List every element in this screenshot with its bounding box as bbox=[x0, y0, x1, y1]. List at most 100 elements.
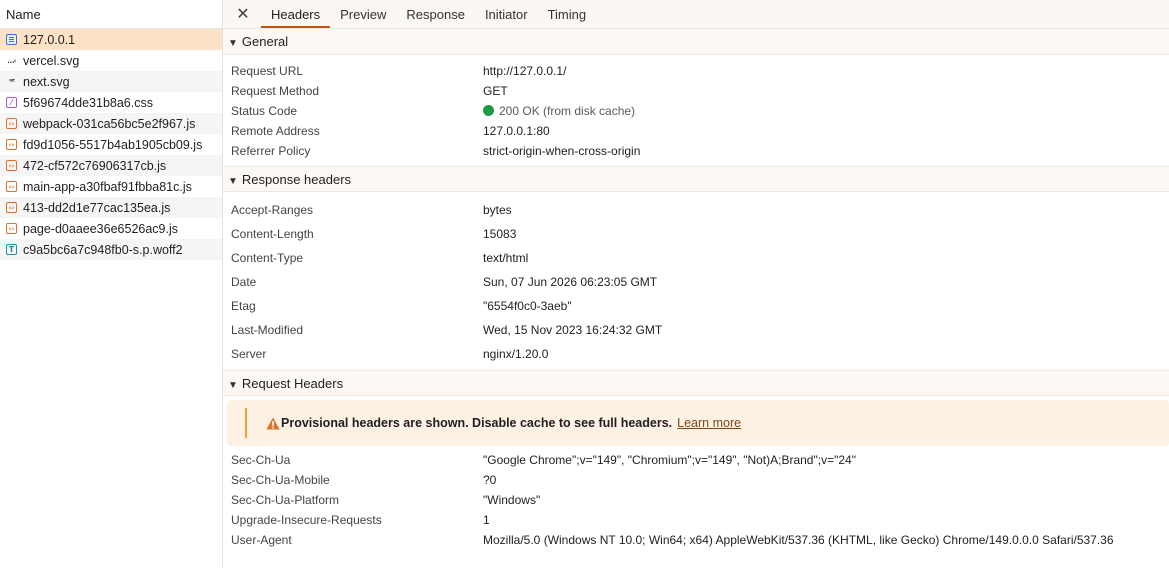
svg-image-icon: ᴺᴱ bbox=[9, 77, 15, 86]
header-key: Referrer Policy bbox=[231, 144, 311, 158]
request-name: 413-dd2d1e77cac135ea.js bbox=[23, 200, 171, 215]
header-value[interactable]: 1 bbox=[483, 513, 490, 527]
header-key: Remote Address bbox=[231, 124, 320, 138]
expand-triangle-icon: ▼ bbox=[228, 380, 238, 391]
section-title: General bbox=[241, 34, 289, 49]
header-row: Etag "6554f0c0-3aeb" bbox=[223, 294, 1169, 318]
request-list-panel: Name 127.0.0.1 …‹ vercel.svg ᴺᴱ next.svg… bbox=[0, 0, 223, 568]
svg-image-icon: …‹ bbox=[7, 56, 17, 65]
header-row: Accept-Ranges bytes bbox=[223, 198, 1169, 222]
tab-timing[interactable]: Timing bbox=[538, 0, 597, 28]
header-row: Referrer Policy strict-origin-when-cross… bbox=[223, 141, 1169, 161]
document-icon bbox=[6, 34, 17, 45]
request-row[interactable]: T c9a5bc6a7c948fb0-s.p.woff2 bbox=[0, 239, 222, 260]
header-row: Upgrade-Insecure-Requests 1 bbox=[223, 510, 1169, 530]
header-key: Request Method bbox=[231, 84, 320, 98]
request-name: webpack-031ca56bc5e2f967.js bbox=[23, 116, 196, 131]
request-row[interactable]: ‹› webpack-031ca56bc5e2f967.js bbox=[0, 113, 222, 134]
tab-initiator[interactable]: Initiator bbox=[475, 0, 538, 28]
request-name: 127.0.0.1 bbox=[23, 32, 76, 47]
general-section: Request URL http://127.0.0.1/ Request Me… bbox=[223, 55, 1169, 166]
section-title: Request Headers bbox=[241, 376, 344, 391]
close-icon[interactable]: ✕ bbox=[235, 0, 251, 28]
section-title: Response headers bbox=[241, 172, 352, 187]
font-icon: T bbox=[6, 244, 17, 255]
general-section-header[interactable]: ▼ General bbox=[223, 29, 1169, 55]
request-row[interactable]: ‹› 472-cf572c76906317cb.js bbox=[0, 155, 222, 176]
header-row: Date Sun, 07 Jun 2026 06:23:05 GMT bbox=[223, 270, 1169, 294]
header-row: Content-Type text/html bbox=[223, 246, 1169, 270]
header-value[interactable]: ?0 bbox=[483, 473, 496, 487]
header-key: Etag bbox=[231, 299, 256, 313]
header-row: Last-Modified Wed, 15 Nov 2023 16:24:32 … bbox=[223, 318, 1169, 342]
header-value[interactable]: Wed, 15 Nov 2023 16:24:32 GMT bbox=[483, 323, 662, 337]
provisional-headers-warning: Provisional headers are shown. Disable c… bbox=[227, 400, 1169, 446]
request-name: c9a5bc6a7c948fb0-s.p.woff2 bbox=[23, 242, 183, 257]
request-name: page-d0aaee36e6526ac9.js bbox=[23, 221, 178, 236]
header-value[interactable]: "Windows" bbox=[483, 493, 540, 507]
request-name: next.svg bbox=[23, 74, 70, 89]
header-value[interactable]: strict-origin-when-cross-origin bbox=[483, 144, 640, 158]
header-key: User-Agent bbox=[231, 533, 292, 547]
request-row[interactable]: …‹ vercel.svg bbox=[0, 50, 222, 71]
header-value[interactable]: Sun, 07 Jun 2026 06:23:05 GMT bbox=[483, 275, 657, 289]
header-row: Request Method GET bbox=[223, 81, 1169, 101]
header-value[interactable]: 127.0.0.1:80 bbox=[483, 124, 550, 138]
status-ok-icon bbox=[483, 105, 494, 116]
request-row[interactable]: ‹› 413-dd2d1e77cac135ea.js bbox=[0, 197, 222, 218]
header-key: Last-Modified bbox=[231, 323, 304, 337]
header-key: Status Code bbox=[231, 104, 298, 118]
header-key: Upgrade-Insecure-Requests bbox=[231, 513, 382, 527]
header-value[interactable]: GET bbox=[483, 84, 508, 98]
response-headers-section-header[interactable]: ▼ Response headers bbox=[223, 166, 1169, 192]
request-name: main-app-a30fbaf91fbba81c.js bbox=[23, 179, 192, 194]
tab-response[interactable]: Response bbox=[396, 0, 475, 28]
request-details-panel: ✕ Headers Preview Response Initiator Tim… bbox=[223, 0, 1169, 568]
header-row: Status Code 200 OK (from disk cache) bbox=[223, 101, 1169, 121]
details-tab-bar: ✕ Headers Preview Response Initiator Tim… bbox=[223, 0, 1169, 29]
header-key: Sec-Ch-Ua-Platform bbox=[231, 493, 340, 507]
header-value[interactable]: Mozilla/5.0 (Windows NT 10.0; Win64; x64… bbox=[483, 533, 1114, 547]
header-value[interactable]: http://127.0.0.1/ bbox=[483, 64, 566, 78]
script-icon: ‹› bbox=[6, 181, 17, 192]
request-row[interactable]: ⁄ 5f69674dde31b8a6.css bbox=[0, 92, 222, 113]
request-row[interactable]: ‹› main-app-a30fbaf91fbba81c.js bbox=[0, 176, 222, 197]
expand-triangle-icon: ▼ bbox=[228, 176, 238, 187]
header-value[interactable]: bytes bbox=[483, 203, 512, 217]
header-key: Accept-Ranges bbox=[231, 203, 314, 217]
request-name: fd9d1056-5517b4ab1905cb09.js bbox=[23, 137, 203, 152]
status-value[interactable]: 200 OK (from disk cache) bbox=[483, 104, 635, 118]
tab-preview[interactable]: Preview bbox=[330, 0, 396, 28]
header-row: Sec-Ch-Ua "Google Chrome";v="149", "Chro… bbox=[223, 450, 1169, 470]
request-headers-section-header[interactable]: ▼ Request Headers bbox=[223, 370, 1169, 396]
request-headers-section: Provisional headers are shown. Disable c… bbox=[223, 400, 1169, 550]
header-row: Request URL http://127.0.0.1/ bbox=[223, 61, 1169, 81]
header-key: Sec-Ch-Ua bbox=[231, 453, 291, 467]
learn-more-link[interactable]: Learn more bbox=[677, 416, 741, 430]
header-value[interactable]: "Google Chrome";v="149", "Chromium";v="1… bbox=[483, 453, 856, 467]
header-key: Sec-Ch-Ua-Mobile bbox=[231, 473, 330, 487]
header-value[interactable]: "6554f0c0-3aeb" bbox=[483, 299, 572, 313]
request-row[interactable]: ᴺᴱ next.svg bbox=[0, 71, 222, 92]
request-row[interactable]: ‹› page-d0aaee36e6526ac9.js bbox=[0, 218, 222, 239]
header-key: Request URL bbox=[231, 64, 304, 78]
name-column-header[interactable]: Name bbox=[0, 0, 222, 29]
warning-icon bbox=[266, 417, 280, 429]
request-row[interactable]: ‹› fd9d1056-5517b4ab1905cb09.js bbox=[0, 134, 222, 155]
header-row: Content-Length 15083 bbox=[223, 222, 1169, 246]
expand-triangle-icon: ▼ bbox=[228, 38, 238, 49]
tab-headers[interactable]: Headers bbox=[261, 0, 331, 28]
warning-message: Provisional headers are shown. Disable c… bbox=[281, 416, 673, 430]
header-row: Sec-Ch-Ua-Mobile ?0 bbox=[223, 470, 1169, 490]
header-value[interactable]: nginx/1.20.0 bbox=[483, 347, 548, 361]
header-value[interactable]: 15083 bbox=[483, 227, 516, 241]
request-list: 127.0.0.1 …‹ vercel.svg ᴺᴱ next.svg ⁄ 5f… bbox=[0, 29, 222, 260]
request-name: 472-cf572c76906317cb.js bbox=[23, 158, 167, 173]
header-value[interactable]: text/html bbox=[483, 251, 528, 265]
request-row[interactable]: 127.0.0.1 bbox=[0, 29, 222, 50]
header-row: Remote Address 127.0.0.1:80 bbox=[223, 121, 1169, 141]
header-key: Date bbox=[231, 275, 257, 289]
script-icon: ‹› bbox=[6, 160, 17, 171]
stylesheet-icon: ⁄ bbox=[6, 97, 17, 108]
warning-accent-bar bbox=[245, 408, 247, 438]
